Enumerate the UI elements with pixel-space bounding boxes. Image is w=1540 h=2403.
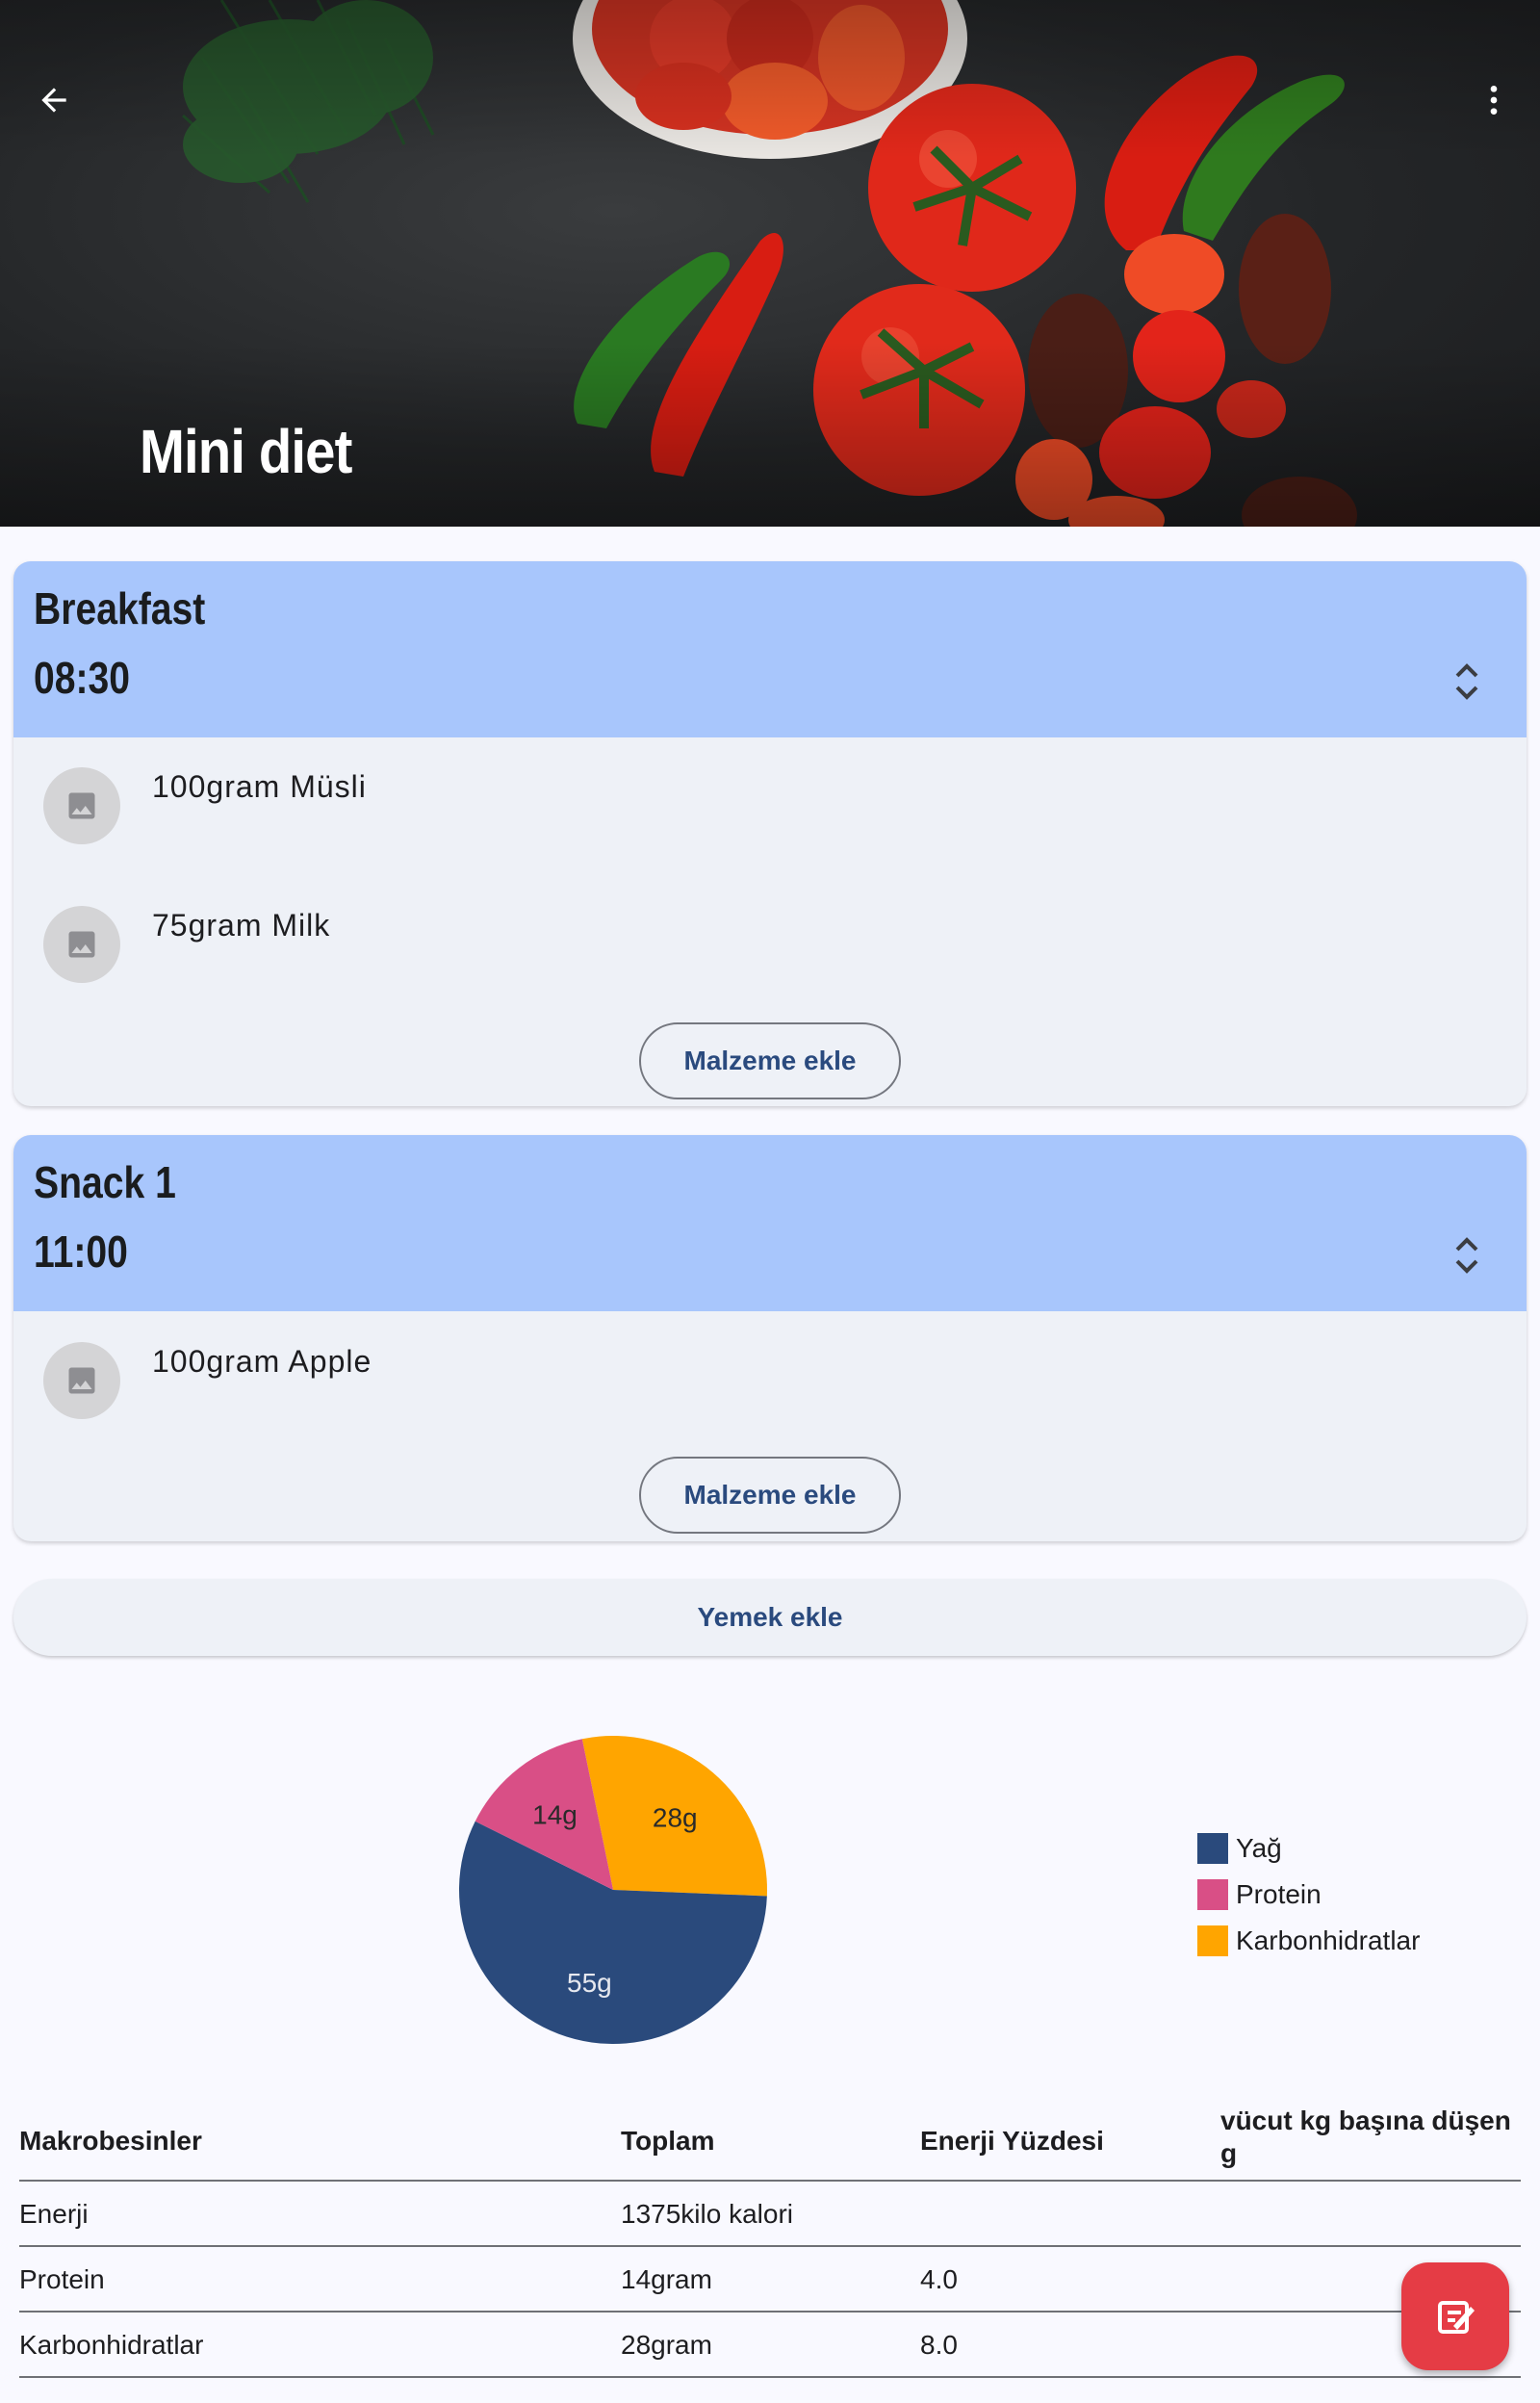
legend-swatch	[1197, 1833, 1228, 1864]
unfold-icon[interactable]	[1448, 1231, 1486, 1279]
edit-document-icon	[1438, 2301, 1475, 2334]
legend-swatch	[1197, 1925, 1228, 1956]
meal-time: 08:30	[34, 653, 131, 703]
column-header: Makrobesinler	[19, 2126, 202, 2156]
arrow-back-icon	[41, 88, 66, 113]
legend-swatch	[1197, 1879, 1228, 1910]
add-ingredient-button[interactable]: Malzeme ekle	[639, 1457, 901, 1534]
more-vert-icon	[1490, 86, 1498, 115]
meal-header[interactable]: Breakfast 08:30	[13, 561, 1527, 737]
macros-table: Makrobesinler Toplam Enerji Yüzdesi vücu…	[19, 2099, 1521, 2378]
table-cell: 14gram	[621, 2264, 712, 2294]
table-cell: 28gram	[621, 2330, 712, 2360]
more-options-button[interactable]	[1463, 69, 1525, 131]
add-meal-button[interactable]: Yemek ekle	[13, 1579, 1527, 1656]
image-placeholder-icon	[43, 767, 120, 844]
page-title: Mini diet	[140, 417, 352, 486]
table-row: Enerji 1375kilo kalori	[19, 2182, 1521, 2247]
column-header: Toplam	[621, 2126, 715, 2156]
list-item[interactable]: 100gram Müsli	[13, 752, 1527, 858]
ingredient-label: 100gram Müsli	[152, 769, 367, 804]
table-header-row: Makrobesinler Toplam Enerji Yüzdesi vücu…	[19, 2099, 1521, 2182]
legend-label: Karbonhidratlar	[1236, 1925, 1421, 1955]
meal-name: Snack 1	[34, 1157, 176, 1207]
edit-fab-button[interactable]	[1401, 2262, 1509, 2370]
table-cell: Karbonhidratlar	[19, 2330, 204, 2360]
legend-item: Protein	[1197, 1872, 1420, 1918]
meal-card-breakfast: Breakfast 08:30 100gram Müsli 75gram Mil…	[13, 561, 1527, 1106]
table-row: Protein 14gram 4.0	[19, 2247, 1521, 2313]
back-button[interactable]	[23, 69, 85, 131]
list-item[interactable]: 75gram Milk	[13, 891, 1527, 996]
meal-time: 11:00	[34, 1227, 128, 1277]
pie-slice-label: 14g	[532, 1799, 578, 1829]
legend-item: Karbonhidratlar	[1197, 1918, 1420, 1964]
column-header: Enerji Yüzdesi	[920, 2126, 1104, 2156]
legend-item: Yağ	[1197, 1825, 1420, 1872]
legend-label: Protein	[1236, 1879, 1322, 1909]
image-placeholder-icon	[43, 1342, 120, 1419]
table-cell: Enerji	[19, 2199, 89, 2229]
table-cell: 4.0	[920, 2264, 958, 2294]
table-cell: Protein	[19, 2264, 105, 2294]
column-header: vücut kg başına düşen g	[1220, 2106, 1511, 2168]
pie-slice-label: 55g	[567, 1968, 612, 1998]
ingredient-label: 75gram Milk	[152, 908, 331, 943]
ingredient-label: 100gram Apple	[152, 1344, 372, 1379]
table-cell: 8.0	[920, 2330, 958, 2360]
header-image: Mini diet	[0, 0, 1540, 527]
table-cell: 1375kilo kalori	[621, 2199, 793, 2229]
list-item[interactable]: 100gram Apple	[13, 1327, 1527, 1433]
meal-name: Breakfast	[34, 583, 206, 633]
table-row: Karbonhidratlar 28gram 8.0	[19, 2313, 1521, 2378]
chart-legend: Yağ Protein Karbonhidratlar	[1197, 1825, 1420, 1964]
image-placeholder-icon	[43, 906, 120, 983]
add-ingredient-button[interactable]: Malzeme ekle	[639, 1022, 901, 1099]
meal-card-snack-1: Snack 1 11:00 100gram Apple Malzeme ekle	[13, 1135, 1527, 1541]
unfold-icon[interactable]	[1448, 658, 1486, 706]
meal-header[interactable]: Snack 1 11:00	[13, 1135, 1527, 1311]
legend-label: Yağ	[1236, 1833, 1282, 1863]
pie-slice-label: 28g	[653, 1802, 698, 1832]
